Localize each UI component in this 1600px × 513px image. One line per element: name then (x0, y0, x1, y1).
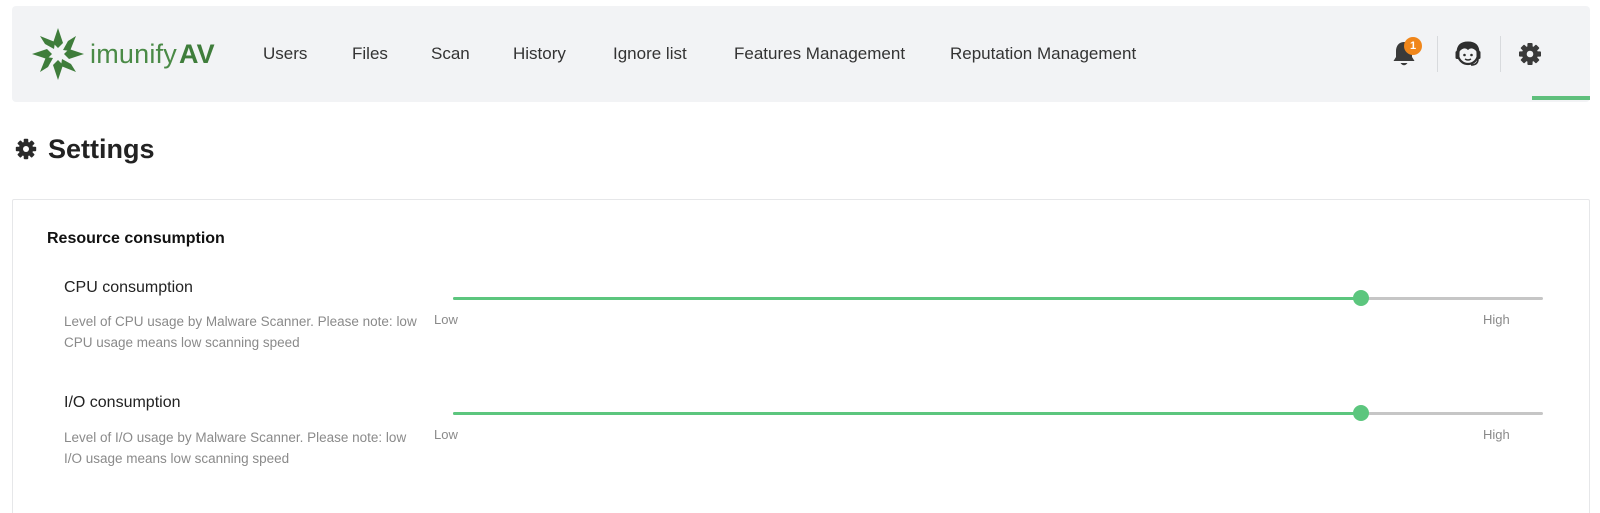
io-slider-min-label: Low (434, 427, 458, 442)
resource-consumption-card: Resource consumption CPU consumption Lev… (12, 199, 1590, 513)
nav-item-ignore-list[interactable]: Ignore list (613, 44, 687, 64)
nav-divider (1500, 36, 1501, 72)
page-title: Settings (14, 133, 155, 165)
slider-fill (453, 297, 1361, 300)
nav-item-history[interactable]: History (513, 44, 566, 64)
cpu-consumption-slider[interactable] (453, 287, 1543, 311)
slider-handle[interactable] (1352, 405, 1369, 421)
brand-logo[interactable]: imunifyAV (30, 26, 215, 82)
nav-divider (1437, 36, 1438, 72)
nav-item-scan[interactable]: Scan (431, 44, 470, 64)
cpu-consumption-title: CPU consumption (64, 279, 193, 296)
section-title: Resource consumption (47, 230, 225, 247)
imunify-star-logo-icon (32, 28, 84, 80)
nav-item-reputation-management[interactable]: Reputation Management (950, 44, 1136, 64)
brand-name-light: imunify (90, 38, 177, 69)
settings-button[interactable] (1510, 34, 1550, 74)
slider-handle[interactable] (1352, 290, 1369, 306)
io-slider-max-label: High (1483, 427, 1510, 442)
brand-name: imunifyAV (90, 39, 215, 70)
active-tab-indicator (1532, 96, 1590, 100)
nav-item-users[interactable]: Users (263, 44, 307, 64)
support-button[interactable] (1448, 34, 1488, 74)
slider-fill (453, 412, 1361, 415)
cpu-consumption-description: Level of CPU usage by Malware Scanner. P… (64, 314, 417, 350)
cpu-slider-max-label: High (1483, 312, 1510, 327)
support-agent-icon (1455, 41, 1481, 66)
brand-name-bold: AV (178, 38, 215, 69)
top-navigation-bar: imunifyAV Users Files Scan History Ignor… (12, 6, 1590, 102)
nav-item-files[interactable]: Files (352, 44, 388, 64)
page-title-text: Settings (48, 133, 155, 164)
notifications-button[interactable]: 1 (1384, 34, 1424, 74)
notification-count-badge: 1 (1404, 37, 1422, 55)
io-consumption-description: Level of I/O usage by Malware Scanner. P… (64, 430, 407, 466)
io-consumption-title: I/O consumption (64, 394, 181, 411)
cpu-slider-min-label: Low (434, 312, 458, 327)
nav-item-features-management[interactable]: Features Management (734, 44, 905, 64)
gear-icon (15, 138, 37, 160)
io-consumption-slider[interactable] (453, 402, 1543, 426)
gear-icon (1519, 43, 1541, 65)
